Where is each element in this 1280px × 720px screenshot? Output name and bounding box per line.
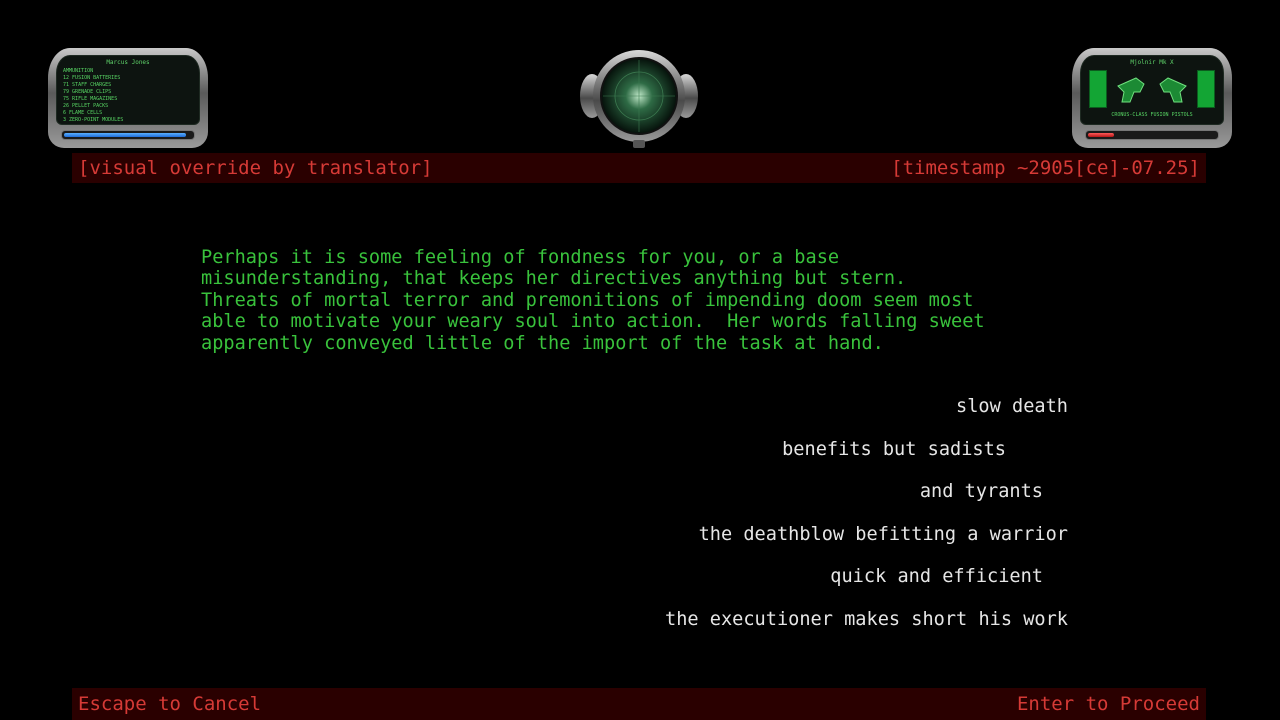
narrative-line: Threats of mortal terror and premonition… bbox=[201, 289, 974, 311]
ammo-line: 3 ZERO-POINT MODULES bbox=[63, 117, 124, 123]
choice-option[interactable]: and tyrants bbox=[920, 481, 1043, 502]
ammo-line: 12 FUSION BATTERIES bbox=[63, 75, 121, 81]
weapon-name: CRONUS-CLASS FUSION PISTOLS bbox=[1111, 112, 1193, 118]
choice-option[interactable]: benefits but sadists bbox=[782, 439, 1006, 460]
fusion-pistol-icon bbox=[1117, 77, 1145, 103]
choice-option[interactable]: slow death bbox=[956, 396, 1068, 417]
narrative-line: apparently conveyed little of the import… bbox=[201, 332, 884, 354]
choice-option[interactable]: quick and efficient bbox=[830, 566, 1043, 587]
health-bar bbox=[1085, 130, 1219, 140]
timestamp: [timestamp ~2905[ce]-07.25] bbox=[891, 157, 1200, 179]
left-charge-gauge bbox=[1089, 70, 1107, 108]
header-bar: [visual override by translator] [timesta… bbox=[72, 153, 1206, 183]
narrative-line: able to motivate your weary soul into ac… bbox=[201, 311, 985, 333]
narrative-line: misunderstanding, that keeps her directi… bbox=[201, 268, 907, 290]
fusion-pistol-icon bbox=[1159, 77, 1187, 103]
player-name: Marcus Jones bbox=[106, 59, 150, 66]
health-bar-fill bbox=[1088, 133, 1114, 137]
ammo-line: 75 RIFLE MAGAZINES bbox=[63, 96, 118, 102]
translator-note: [visual override by translator] bbox=[78, 157, 433, 179]
radar-icon bbox=[580, 50, 698, 148]
ammo-line: 79 GRENADE CLIPS bbox=[63, 89, 112, 95]
weapon-hud-panel: Mjolnir Mk X CRONUS-CLASS FUSION PISTOLS bbox=[1072, 48, 1232, 148]
motion-tracker bbox=[578, 50, 700, 150]
footer-bar: Escape to Cancel Enter to Proceed bbox=[72, 688, 1206, 720]
ammo-hud-panel: Marcus Jones AMMUNITION 12 FUSION BATTER… bbox=[48, 48, 208, 148]
choice-option[interactable]: the deathblow befitting a warrior bbox=[699, 524, 1068, 545]
shield-bar bbox=[61, 130, 195, 140]
ammo-title: AMMUNITION bbox=[63, 68, 94, 74]
right-charge-gauge bbox=[1196, 70, 1215, 108]
ammo-line: 26 PELLET PACKS bbox=[63, 103, 109, 109]
ammo-screen: Marcus Jones AMMUNITION 12 FUSION BATTER… bbox=[56, 55, 200, 125]
choice-option[interactable]: the executioner makes short his work bbox=[665, 609, 1068, 630]
weapon-row bbox=[1087, 67, 1217, 111]
ammo-line: 6 FLAME CELLS bbox=[63, 110, 103, 116]
narrative-text: Perhaps it is some feeling of fondness f… bbox=[201, 247, 1101, 354]
narrative-line: Perhaps it is some feeling of fondness f… bbox=[201, 247, 840, 268]
armor-name: Mjolnir Mk X bbox=[1130, 59, 1174, 66]
shield-bar-fill bbox=[64, 133, 186, 137]
ammo-line: 71 STAFF CHARGES bbox=[63, 82, 112, 88]
cancel-prompt[interactable]: Escape to Cancel bbox=[78, 693, 261, 715]
proceed-prompt[interactable]: Enter to Proceed bbox=[1017, 693, 1200, 715]
weapon-screen: Mjolnir Mk X CRONUS-CLASS FUSION PISTOLS bbox=[1080, 55, 1224, 125]
